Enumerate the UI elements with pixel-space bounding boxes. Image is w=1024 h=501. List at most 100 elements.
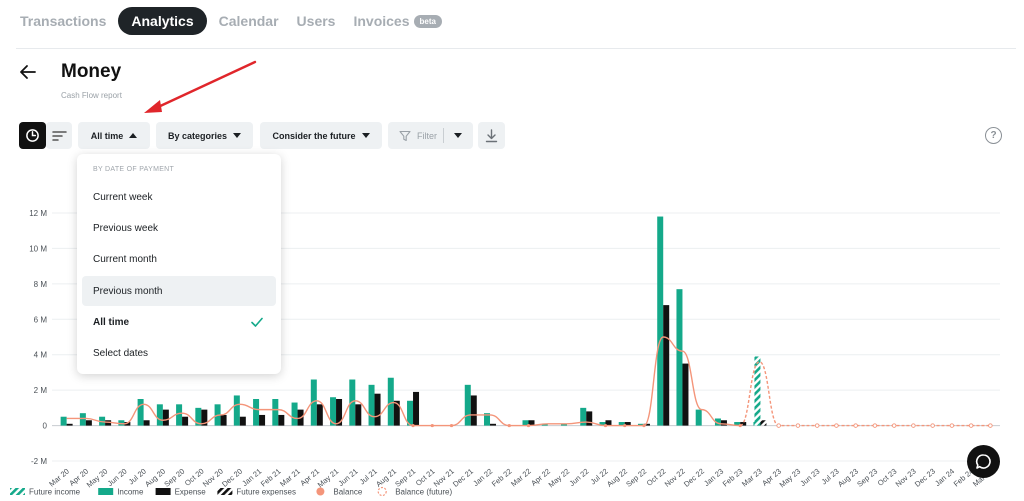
balance-future-point bbox=[891, 423, 897, 428]
balance-point bbox=[738, 423, 742, 428]
x-tick-label: Sep 23 bbox=[855, 467, 879, 489]
balance-point bbox=[507, 423, 511, 428]
period-option-all-time-label: All time bbox=[93, 316, 130, 328]
expense-bar bbox=[66, 423, 73, 426]
y-tick-label: 2 M bbox=[34, 386, 48, 395]
x-tick-label: Dec 21 bbox=[451, 467, 475, 489]
x-tick-label: Dec 20 bbox=[220, 467, 244, 489]
period-option-all-time[interactable]: All time bbox=[82, 307, 276, 337]
balance-future-line bbox=[739, 361, 991, 427]
expense-bar bbox=[682, 363, 689, 426]
expense-bar bbox=[162, 409, 169, 426]
tab-users[interactable]: Users bbox=[291, 7, 342, 35]
expense-bar bbox=[490, 423, 497, 426]
legend-label: Balance bbox=[333, 488, 362, 497]
expense-bar bbox=[259, 414, 266, 426]
balance-future-point bbox=[776, 423, 781, 428]
future-expense-bar bbox=[760, 420, 767, 426]
period-option-previous-week[interactable]: Previous week bbox=[82, 213, 276, 243]
header-divider bbox=[16, 48, 1016, 49]
x-tick-label: Mar 21 bbox=[278, 467, 302, 489]
period-option-current-week[interactable]: Current week bbox=[82, 182, 276, 212]
x-tick-label: Sep 20 bbox=[162, 467, 186, 489]
x-tick-label: Jun 22 bbox=[567, 467, 590, 488]
x-tick-label: Jan 23 bbox=[702, 467, 725, 488]
x-tick-label: Jun 23 bbox=[798, 467, 821, 488]
expense-bar bbox=[355, 404, 362, 426]
x-tick-label: Jun 21 bbox=[337, 467, 360, 488]
legend-label: Expense bbox=[175, 488, 207, 497]
y-tick-label: -2 M bbox=[31, 457, 47, 466]
balance-point bbox=[603, 423, 608, 428]
page-title: Money bbox=[61, 61, 122, 82]
caret-down-icon[interactable] bbox=[454, 133, 462, 138]
income-bar bbox=[156, 404, 163, 426]
download-icon bbox=[485, 128, 498, 142]
income-bar bbox=[657, 216, 664, 426]
tab-analytics[interactable]: Analytics bbox=[118, 7, 207, 35]
checkmark-icon bbox=[251, 317, 263, 327]
income-bar bbox=[137, 399, 144, 426]
balance-point bbox=[411, 423, 415, 428]
x-tick-label: Feb 22 bbox=[490, 467, 514, 489]
y-tick-label: 12 M bbox=[29, 209, 47, 218]
income-bar bbox=[387, 377, 394, 426]
download-button[interactable] bbox=[478, 122, 505, 149]
dropdown-section-header: BY DATE OF PAYMENT bbox=[93, 166, 175, 173]
page-subtitle: Cash Flow report bbox=[61, 91, 122, 100]
list-view-button[interactable] bbox=[46, 122, 72, 149]
x-tick-label: Aug 22 bbox=[605, 467, 629, 489]
balance-point bbox=[642, 423, 646, 428]
grouping-select-label: By categories bbox=[167, 130, 228, 141]
balance-future-point bbox=[795, 423, 801, 428]
income-bar bbox=[695, 409, 702, 426]
expense-bar bbox=[220, 414, 227, 426]
legend-swatch-balance bbox=[316, 487, 325, 496]
expense-bar bbox=[85, 420, 92, 426]
period-option-previous-month[interactable]: Previous month bbox=[82, 276, 276, 306]
legend-swatch-balance-future bbox=[377, 486, 387, 497]
pie-view-button[interactable] bbox=[19, 122, 46, 149]
legend-label: Income bbox=[117, 488, 144, 497]
tab-transactions[interactable]: Transactions bbox=[14, 7, 112, 35]
x-tick-label: Dec 23 bbox=[913, 467, 937, 489]
x-tick-label: Jan 21 bbox=[240, 467, 263, 488]
caret-down-icon bbox=[361, 133, 370, 138]
balance-future-point bbox=[814, 423, 820, 428]
period-option-current-month[interactable]: Current month bbox=[82, 244, 276, 274]
chat-button[interactable] bbox=[967, 445, 1000, 478]
balance-future-point bbox=[949, 423, 955, 428]
grouping-select[interactable]: By categories bbox=[156, 122, 253, 149]
caret-down-icon bbox=[233, 133, 242, 138]
expense-bar bbox=[374, 393, 381, 426]
tab-calendar[interactable]: Calendar bbox=[213, 7, 285, 35]
expense-bar bbox=[316, 404, 323, 426]
help-icon[interactable]: ? bbox=[985, 127, 1002, 144]
expense-bar bbox=[470, 395, 477, 426]
expense-bar bbox=[720, 420, 727, 426]
tab-invoices[interactable]: Invoices beta bbox=[347, 7, 447, 35]
back-button[interactable] bbox=[18, 60, 38, 84]
sort-lines-icon bbox=[51, 130, 67, 141]
balance-future-point bbox=[988, 423, 993, 428]
x-tick-label: Nov 23 bbox=[894, 467, 918, 489]
period-option-select-dates[interactable]: Select dates bbox=[82, 338, 276, 368]
x-tick-label: May 20 bbox=[85, 467, 110, 490]
x-tick-label: Nov 20 bbox=[201, 467, 225, 489]
beta-badge: beta bbox=[413, 15, 442, 28]
legend-swatch-future-expenses bbox=[217, 488, 233, 495]
income-bar bbox=[233, 395, 240, 426]
legend-swatch-income bbox=[98, 488, 114, 495]
y-tick-label: 0 bbox=[43, 422, 48, 431]
filter-button[interactable]: Filter bbox=[388, 122, 473, 149]
expense-bar bbox=[413, 391, 420, 426]
future-select[interactable]: Consider the future bbox=[260, 122, 382, 149]
legend-label: Future income bbox=[29, 488, 81, 497]
period-select[interactable]: All time bbox=[78, 122, 150, 149]
x-tick-label: Sep 22 bbox=[624, 467, 648, 489]
income-bar bbox=[464, 384, 471, 426]
expense-bar bbox=[586, 411, 593, 426]
expense-bar bbox=[278, 414, 285, 426]
balance-future-point bbox=[834, 423, 839, 428]
x-tick-label: Mar 22 bbox=[509, 467, 533, 489]
